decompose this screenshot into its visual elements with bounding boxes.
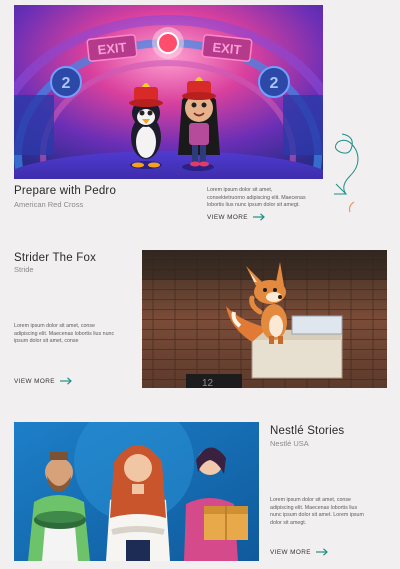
view-more-link[interactable]: VIEW MORE	[270, 548, 328, 556]
project-description: Lorem ipsum dolor sit amet, conse adipis…	[270, 497, 364, 526]
exit-sign-right: EXIT	[212, 40, 242, 58]
project-image-nestle-stories[interactable]	[14, 422, 259, 561]
project-client: Stride	[14, 265, 34, 274]
nestle-illustration	[14, 422, 259, 561]
arrow-right-icon	[252, 213, 265, 221]
box-label: 12	[202, 378, 214, 388]
wall-number-right: 2	[270, 75, 279, 92]
project-title[interactable]: Strider The Fox	[14, 252, 96, 264]
view-more-label: VIEW MORE	[207, 213, 248, 221]
arrow-right-icon	[315, 548, 328, 556]
exit-sign-left: EXIT	[97, 40, 127, 58]
view-more-link[interactable]: VIEW MORE	[14, 377, 72, 385]
wall-number-left: 2	[62, 75, 71, 92]
project-client: American Red Cross	[14, 200, 84, 209]
arrow-right-icon	[59, 377, 72, 385]
project-image-prepare-with-pedro[interactable]: 2 2 EXIT EXIT	[14, 5, 323, 179]
fox-illustration: 12	[142, 250, 387, 388]
view-more-label: VIEW MORE	[270, 548, 311, 556]
view-more-link[interactable]: VIEW MORE	[207, 213, 265, 221]
project-description: Lorem ipsum dolor sit amet, conse adipis…	[14, 323, 115, 345]
squiggle-doodle-icon	[334, 133, 359, 213]
project-title[interactable]: Nestlé Stories	[270, 425, 344, 437]
project-image-strider-the-fox[interactable]: 12	[142, 250, 387, 388]
pedro-stage-illustration: 2 2 EXIT EXIT	[14, 5, 323, 179]
project-description: Lorem ipsum dolor sit amet, consektetruo…	[207, 187, 306, 209]
project-client: Nestlé USA	[270, 439, 309, 448]
project-title[interactable]: Prepare with Pedro	[14, 185, 116, 197]
view-more-label: VIEW MORE	[14, 377, 55, 385]
